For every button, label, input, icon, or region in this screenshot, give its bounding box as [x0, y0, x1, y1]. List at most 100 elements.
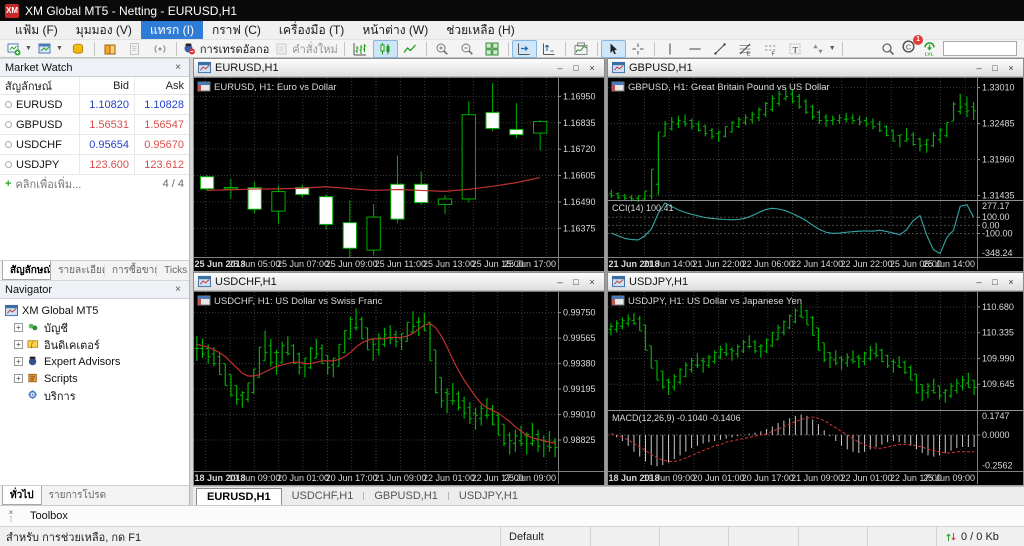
- status-cell-empty: [797, 527, 867, 546]
- navigator-root[interactable]: XM Global MT5: [0, 302, 189, 319]
- profile-selector[interactable]: Default: [500, 527, 590, 546]
- menu-item-4[interactable]: เครื่องมือ (T): [270, 21, 353, 39]
- toolbar-auto-scroll-button[interactable]: [511, 39, 537, 58]
- chart-window-titlebar-gbpusd[interactable]: GBPUSD,H1 – □ ×: [608, 59, 1023, 77]
- chevron-down-icon[interactable]: ▼: [25, 45, 32, 52]
- maximize-button[interactable]: □: [568, 61, 584, 74]
- market-watch-column-headers[interactable]: สัญลักษณ์ Bid Ask: [0, 77, 189, 95]
- expand-icon[interactable]: +: [14, 340, 23, 349]
- chart-canvas-usdjpy[interactable]: 110.680 110.335 109.990 109.645 USDJPY, H1: …: [608, 291, 1023, 485]
- navigator-header[interactable]: Navigator ×: [0, 280, 189, 299]
- minimize-button[interactable]: –: [971, 61, 987, 74]
- chart-tab-usdchf[interactable]: USDCHF,H1: [282, 487, 364, 505]
- market-watch-row-usdchf[interactable]: USDCHF 0.95654 0.95670: [0, 135, 189, 155]
- toolbar-zoom-in-button[interactable]: [430, 40, 455, 58]
- toolbar-bar-chart-button[interactable]: [348, 40, 373, 58]
- chart-tab-eurusd[interactable]: EURUSD,H1: [196, 488, 282, 505]
- chart-tab-usdjpy[interactable]: USDJPY,H1: [449, 487, 528, 505]
- market-watch-tab-0[interactable]: สัญลักษณ์: [2, 261, 52, 280]
- toolbar-signals-button[interactable]: [148, 40, 173, 58]
- toolbar-vertical-line-button[interactable]: [658, 40, 683, 58]
- close-icon[interactable]: ×: [172, 284, 184, 295]
- search-icon[interactable]: [881, 42, 895, 56]
- svg-text:1.16720: 1.16720: [563, 144, 596, 154]
- market-watch-row-eurusd[interactable]: EURUSD 1.10820 1.10828: [0, 95, 189, 115]
- column-symbol[interactable]: สัญลักษณ์: [0, 77, 79, 95]
- menu-item-2[interactable]: แทรก (I): [140, 21, 203, 39]
- lvl-icon[interactable]: LVL: [922, 41, 937, 56]
- expand-icon[interactable]: +: [14, 374, 23, 383]
- toolbar-search-input[interactable]: [943, 41, 1017, 56]
- expand-icon[interactable]: +: [14, 323, 23, 332]
- navigator-item-3[interactable]: + Scripts: [0, 370, 189, 387]
- chart-window-titlebar-eurusd[interactable]: EURUSD,H1 – □ ×: [194, 59, 604, 77]
- toolbar-algo-trading-button[interactable]: การเทรดอัลกอ: [180, 40, 272, 58]
- toolbar-arrows-button[interactable]: ▼: [808, 40, 839, 58]
- toolbar-chart-shift-button[interactable]: [537, 40, 562, 58]
- navigator-item-4[interactable]: บริการ: [0, 387, 189, 404]
- maximize-button[interactable]: □: [987, 275, 1003, 288]
- market-watch-row-gbpusd[interactable]: GBPUSD 1.56531 1.56547: [0, 115, 189, 135]
- toolbar-zoom-out-button[interactable]: [455, 40, 480, 58]
- chart-tab-gbpusd[interactable]: GBPUSD,H1: [364, 487, 448, 505]
- chart-canvas-gbpusd[interactable]: 1.33010 1.32485 1.31960 1.31435 GBPUSD, H1: …: [608, 77, 1023, 271]
- minimize-button[interactable]: –: [552, 275, 568, 288]
- svg-text:22 Jun 06:00: 22 Jun 06:00: [742, 259, 794, 269]
- toolbar-trendline-button[interactable]: [708, 40, 733, 58]
- navigator-item-0[interactable]: + บัญชี: [0, 319, 189, 336]
- toolbar-indicators-button[interactable]: [569, 40, 594, 58]
- navigator-item-1[interactable]: + f อินดิเคเตอร์: [0, 336, 189, 353]
- market-watch-tab-2[interactable]: การซื้อขาย: [105, 261, 156, 280]
- toolbar-new-chart-button[interactable]: ▼: [4, 40, 35, 58]
- minimize-button[interactable]: –: [552, 61, 568, 74]
- close-icon[interactable]: ×: [172, 62, 184, 73]
- menu-item-0[interactable]: แฟ้ม (F): [6, 21, 67, 39]
- app-titlebar[interactable]: XM XM Global MT5 - Netting - EURUSD,H1: [0, 0, 1024, 21]
- close-button[interactable]: ×: [584, 61, 600, 74]
- toolbar-candle-chart-button[interactable]: [372, 39, 398, 58]
- maximize-button[interactable]: □: [568, 275, 584, 288]
- chevron-down-icon[interactable]: ▼: [829, 45, 836, 52]
- close-button[interactable]: ×: [1003, 275, 1019, 288]
- market-watch-header[interactable]: Market Watch ×: [0, 58, 189, 77]
- menu-item-6[interactable]: ช่วยเหลือ (H): [437, 21, 523, 39]
- chart-canvas-usdchf[interactable]: 0.99750 0.99565 0.99380 0.99195 0.99010 0.988…: [194, 291, 604, 485]
- market-watch-tab-3[interactable]: Ticks: [157, 261, 189, 280]
- market-watch-row-usdjpy[interactable]: USDJPY 123.600 123.612: [0, 155, 189, 175]
- toolbar-fibonacci-button[interactable]: E: [733, 40, 758, 58]
- chart-window-titlebar-usdjpy[interactable]: USDJPY,H1 – □ ×: [608, 273, 1023, 291]
- toolbar-cursor-button[interactable]: [600, 39, 626, 58]
- toolbar-finance-button[interactable]: [66, 40, 91, 58]
- close-button[interactable]: ×: [584, 275, 600, 288]
- toolbar-text-label-button[interactable]: T: [783, 40, 808, 58]
- minimize-button[interactable]: –: [971, 275, 987, 288]
- dock-handle[interactable]: ⁞: [10, 516, 12, 524]
- toolbar-profiles-button[interactable]: ▼: [35, 40, 66, 58]
- column-ask[interactable]: Ask: [134, 77, 189, 94]
- toolbar-horizontal-line-button[interactable]: [683, 40, 708, 58]
- navigator-tab-0[interactable]: ทั่วไป: [2, 486, 42, 505]
- toolbar-line-chart-button[interactable]: [398, 40, 423, 58]
- market-watch-tab-1[interactable]: รายละเอียด: [51, 261, 104, 280]
- chart-window-titlebar-usdchf[interactable]: USDCHF,H1 – □ ×: [194, 273, 604, 291]
- navigator-item-2[interactable]: + Expert Advisors: [0, 353, 189, 370]
- add-symbol-row[interactable]: + คลิกเพื่อเพิ่ม... 4 / 4: [0, 175, 189, 193]
- menu-item-3[interactable]: กราฟ (C): [203, 21, 270, 39]
- toolbar-crosshair-button[interactable]: [626, 40, 651, 58]
- menu-item-1[interactable]: มุมมอง (V): [67, 21, 141, 39]
- navigator-tab-1[interactable]: รายการโปรด: [42, 486, 113, 505]
- toolbar-tile-windows-button[interactable]: [480, 40, 505, 58]
- navigator-root-label: XM Global MT5: [22, 304, 99, 317]
- toolbar-market-watch-button[interactable]: [98, 40, 123, 58]
- column-bid[interactable]: Bid: [79, 77, 134, 94]
- close-button[interactable]: ×: [1003, 61, 1019, 74]
- svg-text:0.99195: 0.99195: [563, 384, 596, 394]
- maximize-button[interactable]: □: [987, 61, 1003, 74]
- chevron-down-icon[interactable]: ▼: [56, 45, 63, 52]
- notifications-button[interactable]: C1: [901, 34, 923, 59]
- ask-value: 1.56547: [134, 115, 189, 134]
- toolbar-equidistant-button[interactable]: F: [758, 40, 783, 58]
- chart-canvas-eurusd[interactable]: 1.16950 1.16835 1.16720 1.16605 1.16490 1.163…: [194, 77, 604, 271]
- expand-icon[interactable]: +: [14, 357, 23, 366]
- menu-item-5[interactable]: หน้าต่าง (W): [353, 21, 437, 39]
